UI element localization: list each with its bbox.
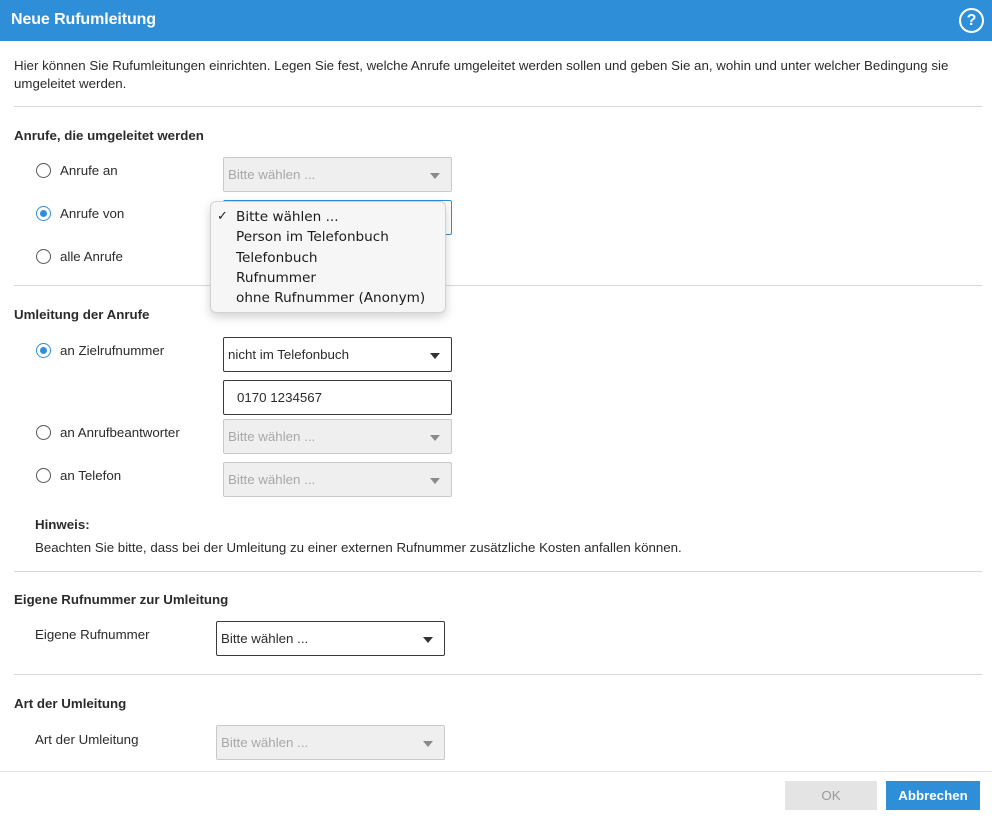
dropdown-option-label: Rufnummer [236, 269, 316, 286]
note-text: Beachten Sie bitte, dass bei der Umleitu… [35, 540, 682, 555]
radio-target-number[interactable] [36, 343, 51, 358]
checkmark-icon: ✓ [217, 209, 228, 224]
select-answering-machine-value: Bitte wählen ... [228, 429, 316, 444]
chevron-down-icon [423, 741, 433, 747]
select-calls-to: Bitte wählen ... [223, 157, 452, 192]
divider [14, 285, 982, 286]
label-calls-from: Anrufe von [60, 206, 125, 221]
dialog-title: Neue Rufumleitung [11, 11, 156, 28]
label-answering-machine: an Anrufbeantworter [60, 425, 180, 440]
dropdown-option-label: Person im Telefonbuch [236, 229, 389, 246]
target-number-input[interactable]: 0170 1234567 [223, 380, 452, 415]
chevron-down-icon [430, 353, 440, 359]
select-target-number-value: nicht im Telefonbuch [228, 347, 349, 362]
chevron-down-icon [430, 435, 440, 441]
select-answering-machine: Bitte wählen ... [223, 419, 452, 454]
select-target-number-source[interactable]: nicht im Telefonbuch [223, 337, 452, 372]
select-type: Bitte wählen ... [216, 725, 445, 760]
radio-phone[interactable] [36, 468, 51, 483]
dropdown-option-label: Telefonbuch [236, 249, 318, 266]
note-title: Hinweis: [35, 517, 90, 532]
label-phone: an Telefon [60, 468, 122, 483]
dropdown-option-label: Bitte wählen ... [236, 209, 339, 225]
ok-button[interactable]: OK [785, 781, 877, 810]
section-title-own-number: Eigene Rufnummer zur Umleitung [14, 592, 229, 607]
chevron-down-icon [430, 173, 440, 179]
select-phone-value: Bitte wählen ... [228, 472, 316, 487]
divider [14, 674, 982, 675]
dropdown-option[interactable]: ✓ Bitte wählen ... [211, 207, 445, 227]
dropdown-option[interactable]: ohne Rufnummer (Anonym) [211, 288, 445, 308]
label-type: Art der Umleitung [35, 732, 139, 747]
question-circle-icon[interactable]: ? [959, 8, 984, 33]
divider [14, 571, 982, 572]
select-own-number[interactable]: Bitte wählen ... [216, 621, 445, 656]
select-type-value: Bitte wählen ... [221, 735, 309, 750]
dropdown-option[interactable]: Rufnummer [211, 268, 445, 288]
radio-all-calls[interactable] [36, 249, 51, 264]
footer-divider [0, 771, 992, 772]
select-calls-to-value: Bitte wählen ... [228, 167, 316, 182]
label-all-calls: alle Anrufe [60, 249, 123, 264]
label-calls-to: Anrufe an [60, 163, 118, 178]
label-own-number: Eigene Rufnummer [35, 627, 150, 642]
select-phone: Bitte wählen ... [223, 462, 452, 497]
radio-answering-machine[interactable] [36, 425, 51, 440]
section-title-type: Art der Umleitung [14, 696, 127, 711]
chevron-down-icon [423, 637, 433, 643]
section-title-calls: Anrufe, die umgeleitet werden [14, 128, 204, 143]
divider [14, 106, 982, 107]
label-target-number: an Zielrufnummer [60, 343, 165, 358]
dropdown-option[interactable]: Person im Telefonbuch [211, 227, 445, 247]
dialog-titlebar: Neue Rufumleitung ? [0, 0, 992, 41]
radio-calls-from[interactable] [36, 206, 51, 221]
dropdown-option-label: ohne Rufnummer (Anonym) [236, 290, 426, 307]
target-number-input-value: 0170 1234567 [237, 390, 323, 405]
calls-from-dropdown-menu: ✓ Bitte wählen ... Person im Telefonbuch… [210, 201, 446, 313]
select-own-number-value: Bitte wählen ... [221, 631, 309, 646]
dropdown-option[interactable]: Telefonbuch [211, 248, 445, 268]
intro-text: Hier können Sie Rufumleitungen einrichte… [14, 58, 949, 91]
radio-calls-to[interactable] [36, 163, 51, 178]
chevron-down-icon [430, 478, 440, 484]
section-title-redirect: Umleitung der Anrufe [14, 307, 150, 322]
cancel-button[interactable]: Abbrechen [886, 781, 980, 810]
